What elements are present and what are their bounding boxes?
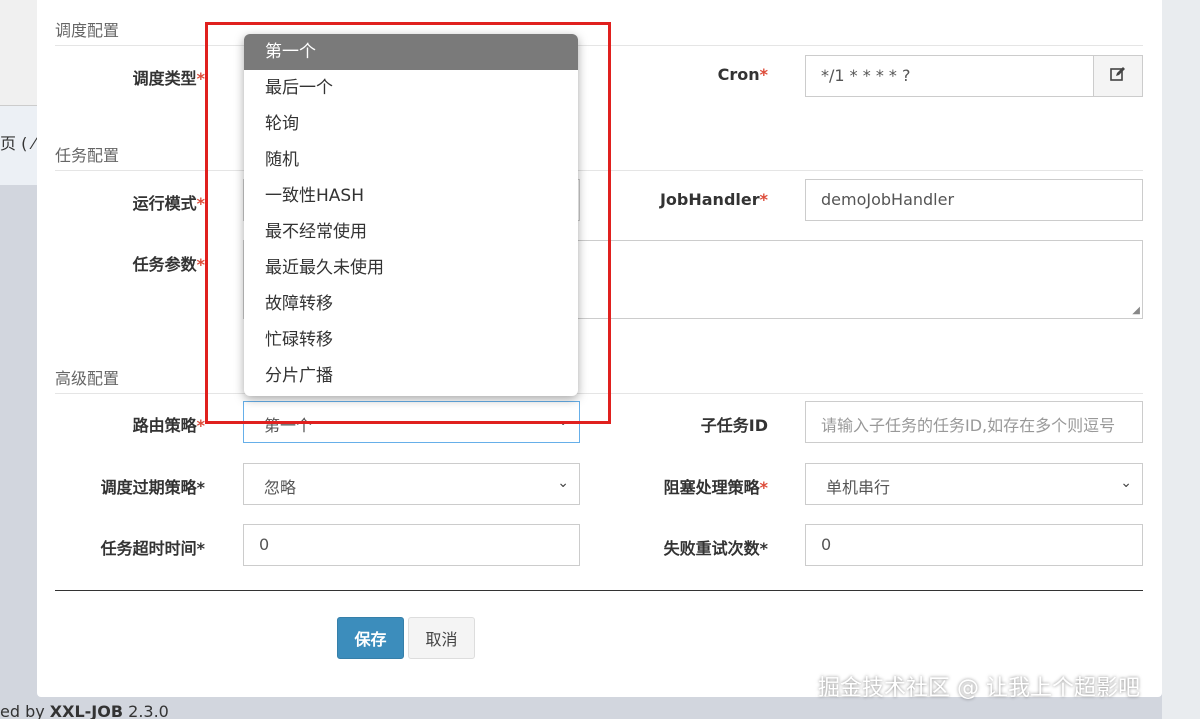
retry-count-label: 失败重试次数* <box>663 539 768 558</box>
dropdown-option[interactable]: 最近最久未使用 <box>244 250 578 286</box>
dropdown-option[interactable]: 故障转移 <box>244 286 578 322</box>
edit-job-modal: 调度配置 调度类型* Cron* */1 * * * * ? 任务配置 运行模式… <box>37 0 1162 697</box>
footer-prefix: ed by <box>0 702 50 719</box>
misfire-strategy-value: 忽略 <box>264 478 297 497</box>
retry-count-input[interactable]: 0 <box>805 524 1143 566</box>
section-task-config: 任务配置 <box>55 142 1143 171</box>
misfire-strategy-label: 调度过期策略* <box>100 478 205 497</box>
dropdown-option[interactable]: 忙碌转移 <box>244 322 578 358</box>
child-task-label: 子任务ID <box>700 416 768 435</box>
jobhandler-label: JobHandler* <box>659 190 768 209</box>
dropdown-option[interactable]: 轮询 <box>244 106 578 142</box>
section-advanced-config: 高级配置 <box>55 365 1143 394</box>
cron-edit-button[interactable] <box>1093 55 1143 97</box>
task-params-label: 任务参数* <box>132 255 205 274</box>
background-right-edge <box>1162 0 1200 719</box>
resize-grip-icon[interactable]: ◢ <box>1132 305 1140 316</box>
block-strategy-select[interactable]: 单机串行 ⌄ <box>805 463 1143 505</box>
child-task-input[interactable]: 请输入子任务的任务ID,如存在多个则逗号 <box>805 401 1143 443</box>
section-schedule-config: 调度配置 <box>55 17 1143 46</box>
jobhandler-input[interactable]: demoJobHandler <box>805 179 1143 221</box>
schedule-type-label: 调度类型* <box>132 69 205 88</box>
watermark: 掘金技术社区 @ 让我上个超影吧 <box>818 676 1140 701</box>
chevron-down-icon: ⌄ <box>1120 475 1132 491</box>
route-strategy-value: 第一个 <box>264 416 313 435</box>
route-strategy-label: 路由策略* <box>132 416 205 435</box>
chevron-down-icon: ⌄ <box>557 475 569 491</box>
footer-version: 2.3.0 <box>123 702 169 719</box>
edit-icon <box>1109 65 1127 87</box>
dropdown-option[interactable]: 最后一个 <box>244 70 578 106</box>
route-strategy-dropdown: 第一个 最后一个 轮询 随机 一致性HASH 最不经常使用 最近最久未使用 故障… <box>244 34 578 396</box>
dropdown-option[interactable]: 随机 <box>244 142 578 178</box>
background-breadcrumb: 页 ( ⁄ <box>0 134 36 153</box>
save-button[interactable]: 保存 <box>337 617 404 659</box>
route-strategy-select[interactable]: 第一个 ⌄ <box>243 401 580 443</box>
misfire-strategy-select[interactable]: 忽略 ⌄ <box>243 463 580 505</box>
chevron-down-icon: ⌄ <box>557 413 569 429</box>
run-mode-label: 运行模式* <box>132 194 205 213</box>
footer: ed by XXL-JOB 2.3.0 <box>0 702 169 719</box>
cron-input[interactable]: */1 * * * * ? <box>805 55 1095 97</box>
timeout-label: 任务超时时间* <box>100 539 205 558</box>
block-strategy-label: 阻塞处理策略* <box>663 478 768 497</box>
footer-brand[interactable]: XXL-JOB <box>50 702 123 719</box>
form-divider <box>55 590 1143 591</box>
block-strategy-value: 单机串行 <box>826 478 891 497</box>
cron-label: Cron* <box>717 65 768 84</box>
timeout-input[interactable]: 0 <box>243 524 580 566</box>
dropdown-option[interactable]: 一致性HASH <box>244 178 578 214</box>
dropdown-option[interactable]: 最不经常使用 <box>244 214 578 250</box>
cancel-button[interactable]: 取消 <box>408 617 475 659</box>
dropdown-option[interactable]: 第一个 <box>244 34 578 70</box>
dropdown-option[interactable]: 分片广播 <box>244 358 578 394</box>
